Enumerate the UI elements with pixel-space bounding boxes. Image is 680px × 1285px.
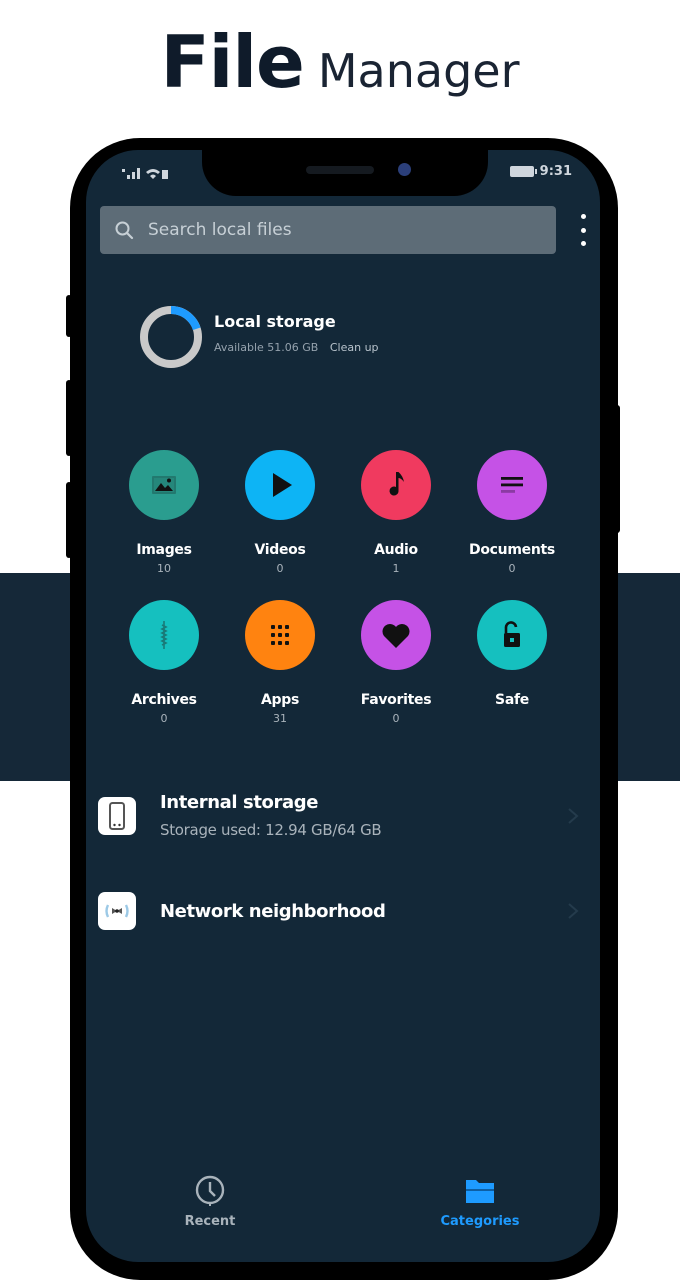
internal-storage-usage: Storage used: 12.94 GB/64 GB	[160, 821, 382, 839]
promo-title: File Manager	[0, 20, 680, 104]
category-circle	[477, 600, 547, 670]
search-input[interactable]	[148, 220, 528, 240]
front-camera	[398, 163, 411, 176]
status-right: 9:31	[509, 164, 572, 179]
signal-wifi-indicators	[122, 166, 172, 183]
category-count: 0	[160, 712, 168, 725]
heart-icon	[382, 624, 410, 648]
category-label: Documents	[469, 542, 555, 558]
search-bar[interactable]	[100, 206, 556, 254]
app-screen: 9:31 Local storage Available 51.06 GB Cl…	[86, 150, 600, 1262]
category-count: 0	[392, 712, 400, 725]
category-documents[interactable]: Documents 0	[454, 450, 570, 576]
category-safe[interactable]: Safe	[454, 600, 570, 726]
phone-volume-down-button	[66, 482, 72, 558]
category-circle	[245, 450, 315, 520]
phone-storage-icon	[98, 796, 136, 835]
lock-icon	[504, 621, 520, 647]
phone-power-button	[614, 405, 620, 533]
folder-icon	[466, 1180, 494, 1203]
category-archives[interactable]: Archives 0	[106, 600, 222, 726]
category-apps[interactable]: Apps 31	[222, 600, 338, 726]
bottom-navigation: Recent Categories	[86, 1152, 600, 1262]
cleanup-link[interactable]: Clean up	[330, 341, 379, 354]
category-circle	[477, 450, 547, 520]
tab-categories-label: Categories	[440, 1214, 520, 1229]
category-images[interactable]: Images 10	[106, 450, 222, 576]
category-label: Videos	[254, 542, 306, 558]
image-icon	[152, 476, 176, 494]
local-storage-card[interactable]: Local storage Available 51.06 GB Clean u…	[138, 304, 379, 370]
category-count: 0	[508, 562, 516, 575]
document-icon	[501, 477, 523, 493]
network-neighborhood-item[interactable]: Network neighborhood	[98, 892, 588, 930]
storage-available-text: Available 51.06 GB	[214, 341, 319, 354]
category-label: Apps	[260, 692, 299, 708]
category-circle	[361, 450, 431, 520]
internal-storage-item[interactable]: Internal storage Storage used: 12.94 GB/…	[98, 792, 588, 839]
music-note-icon	[389, 472, 404, 496]
promo-title-bold: File	[160, 20, 304, 104]
grid-icon	[271, 625, 289, 645]
phone-side-button	[66, 295, 72, 337]
status-time: 9:31	[539, 164, 572, 179]
category-count: 31	[273, 712, 287, 725]
category-circle	[245, 600, 315, 670]
tab-recent-label: Recent	[184, 1214, 236, 1229]
battery-icon	[509, 166, 537, 177]
category-label: Safe	[495, 692, 529, 708]
storage-available: Available 51.06 GB Clean up	[214, 341, 379, 354]
promo-title-light: Manager	[317, 44, 520, 98]
category-videos[interactable]: Videos 0	[222, 450, 338, 576]
category-count: 0	[276, 562, 284, 575]
signal-icon	[122, 168, 168, 179]
tab-categories[interactable]: Categories	[420, 1174, 540, 1229]
category-circle	[129, 600, 199, 670]
category-grid: Images 10 Videos 0 Audio 1 Documents 0 A…	[106, 450, 570, 726]
storage-usage-ring	[140, 306, 202, 368]
category-label: Archives	[131, 692, 197, 708]
chevron-right-icon	[568, 807, 579, 824]
category-audio[interactable]: Audio 1	[338, 450, 454, 576]
speaker-grille	[306, 166, 374, 174]
tab-recent[interactable]: Recent	[150, 1174, 270, 1229]
storage-title: Local storage	[214, 312, 336, 331]
clock-icon	[195, 1175, 225, 1206]
category-count: 10	[157, 562, 171, 575]
category-circle	[129, 450, 199, 520]
category-count: 1	[392, 562, 400, 575]
play-icon	[273, 473, 292, 497]
category-favorites[interactable]: Favorites 0	[338, 600, 454, 726]
more-options-icon[interactable]	[576, 214, 590, 246]
network-neighborhood-title: Network neighborhood	[160, 900, 386, 922]
network-icon	[98, 892, 136, 930]
category-label: Audio	[374, 542, 418, 558]
category-label: Favorites	[360, 692, 432, 708]
category-label: Images	[136, 542, 192, 558]
chevron-right-icon	[568, 903, 579, 919]
search-icon	[115, 221, 134, 240]
phone-notch	[202, 150, 488, 196]
internal-storage-title: Internal storage	[160, 792, 318, 813]
zip-icon	[160, 621, 168, 649]
phone-volume-up-button	[66, 380, 72, 456]
category-circle	[361, 600, 431, 670]
